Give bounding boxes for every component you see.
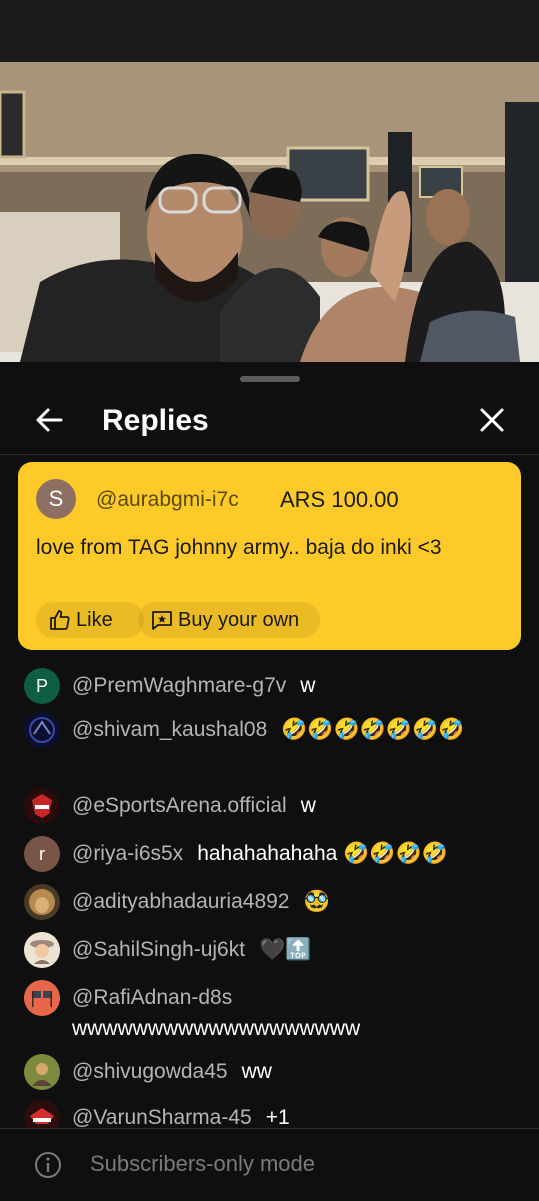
- message-text: ww: [241, 1060, 272, 1083]
- live-video-player[interactable]: [0, 62, 539, 362]
- message-text: +1: [265, 1106, 290, 1128]
- chat-input-bar: Subscribers-only mode: [0, 1128, 539, 1201]
- explorer-avatar-icon: [24, 932, 60, 968]
- red-logo-avatar-icon: [24, 1100, 60, 1128]
- subscribers-only-notice: Subscribers-only mode: [90, 1151, 315, 1176]
- status-bar: [0, 0, 539, 62]
- info-icon[interactable]: [34, 1151, 62, 1179]
- arrow-left-icon: [36, 408, 63, 432]
- super-chat-amount: ARS 100.00: [280, 487, 399, 512]
- super-chat-card[interactable]: S @aurabgmi-i7c ARS 100.00 love from TAG…: [18, 462, 521, 650]
- header-divider: [0, 454, 539, 455]
- message-author[interactable]: @riya-i6s5x: [72, 842, 183, 865]
- drag-handle[interactable]: [240, 376, 300, 382]
- message-text: w: [300, 674, 316, 697]
- panel-header: Replies: [0, 392, 539, 452]
- super-chat-author[interactable]: @aurabgmi-i7c: [96, 488, 239, 512]
- game-character-avatar-icon: [24, 1054, 60, 1090]
- close-icon: [480, 408, 504, 432]
- message-text: hahahahahaha 🤣🤣🤣🤣: [197, 842, 448, 865]
- avatar[interactable]: [24, 712, 60, 748]
- message-text: 🖤🔝: [259, 938, 312, 961]
- esports-arena-logo-icon: [24, 788, 60, 824]
- thumbs-up-icon: [50, 610, 70, 630]
- message-author[interactable]: @PremWaghmare-g7v: [72, 674, 286, 697]
- message-author[interactable]: @adityabhadauria4892: [72, 890, 290, 913]
- page-title: Replies: [102, 404, 209, 437]
- message-author[interactable]: @eSportsArena.official: [72, 794, 287, 817]
- message-author[interactable]: @SahilSingh-uj6kt: [72, 938, 245, 961]
- avatar[interactable]: [24, 980, 60, 1016]
- message-text: 🤣🤣🤣🤣🤣🤣🤣: [281, 718, 465, 741]
- like-button[interactable]: Like: [36, 602, 144, 638]
- apex-logo-icon: [24, 712, 60, 748]
- message-text: w: [300, 794, 316, 817]
- chat-message-list[interactable]: P @PremWaghmare-g7v w @shivam_kaushal08 🤣🤣…: [0, 658, 539, 1128]
- avatar[interactable]: P: [24, 668, 60, 704]
- avatar[interactable]: [24, 884, 60, 920]
- avatar[interactable]: [24, 1054, 60, 1090]
- back-button[interactable]: [30, 400, 70, 440]
- super-chat-icon: [152, 611, 172, 630]
- buy-your-own-button[interactable]: Buy your own: [138, 602, 320, 638]
- message-author[interactable]: @RafiAdnan-d8s: [72, 986, 232, 1009]
- message-author[interactable]: @shivugowda45: [72, 1060, 228, 1083]
- message-author[interactable]: @VarunSharma-45: [72, 1106, 252, 1128]
- close-button[interactable]: [472, 400, 512, 440]
- avatar[interactable]: [24, 932, 60, 968]
- flags-avatar-icon: [24, 980, 60, 1016]
- buy-your-own-label: Buy your own: [178, 608, 300, 631]
- lion-avatar-icon: [24, 884, 60, 920]
- like-label: Like: [76, 608, 113, 631]
- message-text: 🥸: [303, 890, 330, 913]
- super-chat-message: love from TAG johnny army.. baja do inki…: [36, 536, 442, 559]
- avatar[interactable]: [24, 1100, 60, 1128]
- replies-panel: Replies S @aurabgmi-i7c ARS 100.00 love …: [0, 362, 539, 1201]
- avatar[interactable]: [24, 788, 60, 824]
- avatar: S: [36, 479, 76, 519]
- video-frame-image: [0, 62, 539, 362]
- message-text: wwwwwwwwwwwwwwwwwww: [72, 1017, 361, 1040]
- avatar[interactable]: r: [24, 836, 60, 872]
- message-author[interactable]: @shivam_kaushal08: [72, 718, 267, 741]
